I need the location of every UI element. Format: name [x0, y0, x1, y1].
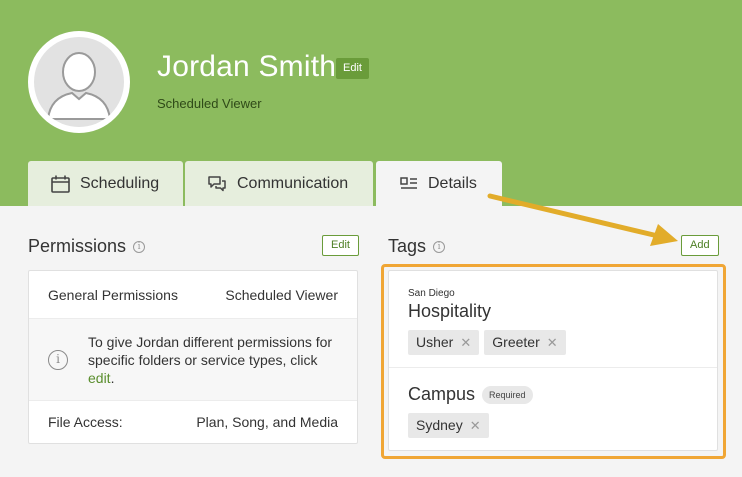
- tab-details[interactable]: Details: [376, 161, 502, 206]
- edit-permissions-link[interactable]: edit: [88, 370, 111, 386]
- remove-tag-icon[interactable]: ✕: [470, 413, 481, 438]
- edit-permissions-button[interactable]: Edit: [322, 235, 359, 256]
- tag-chip: Greeter ✕: [484, 330, 566, 355]
- tags-title: Tags: [388, 236, 427, 256]
- file-access-label: File Access:: [48, 414, 123, 430]
- remove-tag-icon[interactable]: ✕: [547, 330, 558, 355]
- tag-group-title: Campus Required: [408, 384, 698, 405]
- tab-communication[interactable]: Communication: [185, 161, 373, 206]
- tab-scheduling[interactable]: Scheduling: [28, 161, 183, 206]
- file-access-value: Plan, Song, and Media: [196, 414, 338, 430]
- add-tag-button[interactable]: Add: [681, 235, 719, 256]
- edit-name-button[interactable]: Edit: [336, 58, 369, 79]
- tab-label: Communication: [237, 174, 349, 192]
- info-icon[interactable]: i: [133, 240, 146, 253]
- permissions-title: Permissions: [28, 236, 127, 256]
- profile-header: Jordan Smith Edit Scheduled Viewer Sched…: [0, 0, 742, 206]
- info-icon: i: [48, 349, 68, 370]
- person-icon: [34, 37, 124, 127]
- general-permissions-value: Scheduled Viewer: [225, 286, 338, 303]
- tag-group-subtitle: San Diego: [408, 288, 455, 299]
- tab-label: Scheduling: [80, 174, 160, 192]
- calendar-icon: [51, 175, 70, 193]
- tag-group: San Diego Hospitality Usher ✕ Greeter ✕: [389, 271, 717, 368]
- general-permissions-label: General Permissions: [48, 286, 178, 303]
- permissions-card: General Permissions Scheduled Viewer i T…: [28, 270, 358, 444]
- tag-group-title: Hospitality: [408, 301, 492, 321]
- details-icon: [400, 176, 418, 191]
- required-badge: Required: [482, 385, 533, 404]
- tags-heading: Tags i: [388, 236, 446, 257]
- permissions-heading: Permissions i: [28, 236, 146, 257]
- profile-role: Scheduled Viewer: [157, 96, 262, 111]
- tag-chip: Usher ✕: [408, 330, 480, 355]
- info-icon[interactable]: i: [433, 240, 446, 253]
- avatar[interactable]: [28, 31, 130, 133]
- tag-group: Campus Required Sydney ✕: [389, 368, 717, 438]
- profile-name: Jordan Smith: [157, 50, 337, 83]
- tags-card: San Diego Hospitality Usher ✕ Greeter ✕ Ca…: [388, 270, 718, 451]
- general-permissions-row: General Permissions Scheduled Viewer: [29, 271, 357, 319]
- chat-icon: [207, 175, 227, 193]
- permissions-note-text: To give Jordan different permissions for…: [88, 333, 333, 386]
- file-access-row: File Access: Plan, Song, and Media: [29, 401, 357, 443]
- permissions-note: i To give Jordan different permissions f…: [29, 319, 357, 401]
- tab-label: Details: [428, 174, 477, 192]
- tag-chip: Sydney ✕: [408, 413, 489, 438]
- remove-tag-icon[interactable]: ✕: [460, 330, 471, 355]
